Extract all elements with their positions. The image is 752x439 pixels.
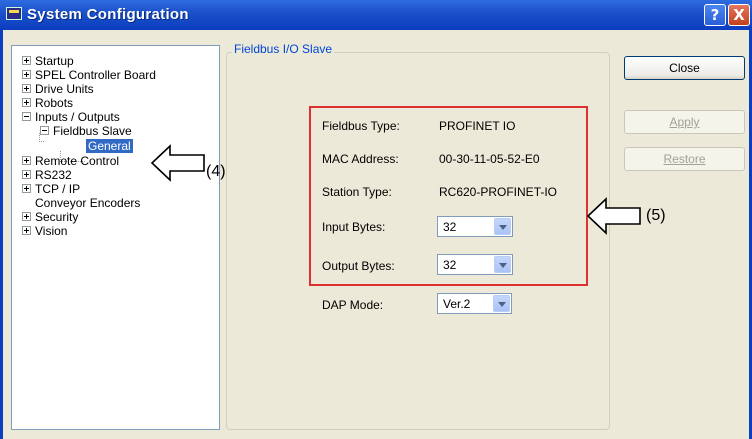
group-title: Fieldbus I/O Slave bbox=[232, 42, 335, 56]
mac-address-label: MAC Address: bbox=[322, 152, 399, 166]
dap-mode-label: DAP Mode: bbox=[322, 298, 384, 312]
collapse-icon[interactable] bbox=[40, 126, 49, 136]
chevron-down-icon[interactable] bbox=[494, 256, 511, 273]
callout-arrow-5 bbox=[586, 197, 641, 235]
tree-item-drive-units[interactable]: Drive Units bbox=[22, 82, 94, 96]
close-button[interactable]: Close bbox=[624, 56, 745, 80]
tree-item-conveyor-encoders[interactable]: Conveyor Encoders bbox=[35, 196, 140, 210]
callout-label-5: (5) bbox=[646, 207, 666, 224]
dap-mode-value: Ver.2 bbox=[443, 297, 471, 311]
tree-item-inputs-outputs[interactable]: Inputs / Outputs bbox=[22, 110, 120, 124]
tree-item-label: Inputs / Outputs bbox=[35, 110, 120, 124]
expand-icon[interactable] bbox=[22, 156, 31, 166]
tree-item-label: Fieldbus Slave bbox=[53, 124, 132, 138]
config-tree[interactable]: Startup SPEL Controller Board Drive Unit… bbox=[11, 45, 220, 430]
tree-item-label: Security bbox=[35, 210, 79, 224]
tree-item-vision[interactable]: Vision bbox=[22, 224, 67, 238]
tree-item-security[interactable]: Security bbox=[22, 210, 78, 224]
tree-item-label: Drive Units bbox=[35, 82, 94, 96]
tree-item-remote-control[interactable]: Remote Control bbox=[22, 154, 119, 168]
dap-mode-select[interactable]: Ver.2 bbox=[437, 293, 512, 314]
tree-item-label: Startup bbox=[35, 54, 74, 68]
tree-item-general[interactable]: General bbox=[86, 139, 133, 153]
input-bytes-select[interactable]: 32 bbox=[437, 216, 513, 237]
fieldbus-type-label: Fieldbus Type: bbox=[322, 119, 400, 133]
tree-item-label: RS232 bbox=[35, 168, 72, 182]
fieldbus-type-value: PROFINET IO bbox=[439, 119, 516, 133]
station-type-label: Station Type: bbox=[322, 185, 392, 199]
expand-icon[interactable] bbox=[22, 56, 31, 66]
chevron-down-icon[interactable] bbox=[494, 218, 511, 235]
tree-item-tcp-ip[interactable]: TCP / IP bbox=[22, 182, 80, 196]
output-bytes-label: Output Bytes: bbox=[322, 259, 395, 273]
expand-icon[interactable] bbox=[22, 84, 31, 94]
chevron-down-icon[interactable] bbox=[493, 295, 510, 312]
tree-item-label: TCP / IP bbox=[35, 182, 81, 196]
tree-item-label: General bbox=[86, 139, 133, 153]
tree-item-spel-controller-board[interactable]: SPEL Controller Board bbox=[22, 68, 156, 82]
mac-address-value: 00-30-11-05-52-E0 bbox=[439, 152, 540, 166]
tree-item-label: Conveyor Encoders bbox=[35, 196, 141, 210]
expand-icon[interactable] bbox=[22, 98, 31, 108]
close-window-button[interactable]: X bbox=[728, 4, 750, 26]
tree-item-label: Vision bbox=[35, 224, 68, 238]
output-bytes-select[interactable]: 32 bbox=[437, 254, 513, 275]
expand-icon[interactable] bbox=[22, 170, 31, 180]
window-title: System Configuration bbox=[27, 6, 189, 23]
tree-item-label: SPEL Controller Board bbox=[35, 68, 156, 82]
tree-item-label: Remote Control bbox=[35, 154, 120, 168]
tree-item-label: Robots bbox=[35, 96, 74, 110]
expand-icon[interactable] bbox=[22, 184, 31, 194]
tree-item-robots[interactable]: Robots bbox=[22, 96, 73, 110]
collapse-icon[interactable] bbox=[22, 112, 31, 122]
callout-arrow-4 bbox=[150, 144, 205, 182]
apply-button[interactable]: Apply bbox=[624, 110, 745, 134]
station-type-value: RC620-PROFINET-IO bbox=[439, 185, 558, 199]
expand-icon[interactable] bbox=[22, 226, 31, 236]
tree-item-fieldbus-slave[interactable]: Fieldbus Slave bbox=[40, 124, 132, 138]
restore-button[interactable]: Restore bbox=[624, 147, 745, 171]
restore-button-label: Restore bbox=[663, 152, 706, 166]
output-bytes-value: 32 bbox=[443, 258, 457, 272]
tree-item-rs232[interactable]: RS232 bbox=[22, 168, 72, 182]
input-bytes-value: 32 bbox=[443, 220, 457, 234]
input-bytes-label: Input Bytes: bbox=[322, 220, 386, 234]
expand-icon[interactable] bbox=[22, 212, 31, 222]
apply-button-label: Apply bbox=[669, 115, 700, 129]
tree-item-startup[interactable]: Startup bbox=[22, 54, 74, 68]
window-frame-left bbox=[0, 30, 3, 439]
callout-label-4: (4) bbox=[206, 163, 226, 180]
expand-icon[interactable] bbox=[22, 70, 31, 80]
app-icon bbox=[6, 7, 22, 20]
title-bar: System Configuration ? X bbox=[0, 0, 752, 30]
help-button[interactable]: ? bbox=[704, 4, 726, 26]
